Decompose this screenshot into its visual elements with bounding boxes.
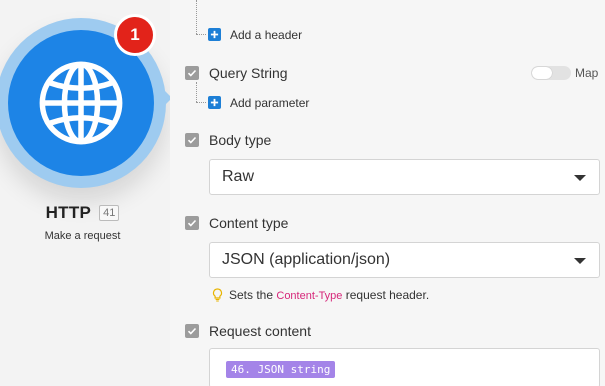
content-type-label: Content type: [209, 215, 289, 231]
caret-down-icon: [574, 175, 586, 181]
mapped-variable-pill[interactable]: 46. JSON string: [226, 361, 336, 378]
body-type-checkbox[interactable]: [185, 133, 199, 147]
content-type-select[interactable]: JSON (application/json): [209, 242, 600, 278]
plus-icon: [210, 30, 219, 39]
map-toggle[interactable]: [531, 66, 571, 80]
query-string-checkbox[interactable]: [185, 66, 199, 80]
caret-down-icon: [574, 258, 586, 264]
content-type-hint: Sets the Content-Type request header.: [212, 288, 429, 302]
hint-text-suffix: request header.: [342, 288, 430, 302]
tree-connector: [196, 0, 197, 34]
toggle-knob: [532, 67, 552, 79]
plus-icon: [210, 98, 219, 107]
module-subtitle: Make a request: [44, 230, 121, 242]
check-icon: [187, 69, 197, 77]
tree-connector: [196, 102, 206, 103]
tree-connector: [196, 82, 197, 102]
module-settings-panel: Add a header Query String Map Add parame…: [170, 0, 605, 386]
request-content-label: Request content: [209, 323, 311, 339]
scenario-canvas: 1 HTTP 41 Make a request: [0, 0, 172, 386]
check-icon: [187, 219, 197, 227]
body-type-value: Raw: [222, 168, 255, 185]
content-type-value: JSON (application/json): [222, 251, 391, 268]
map-toggle-label: Map: [575, 66, 599, 80]
module-id-badge: 41: [99, 205, 120, 221]
badge-count: 1: [130, 25, 140, 44]
add-header-link[interactable]: Add a header: [230, 28, 302, 42]
module-title-row: HTTP 41: [0, 203, 165, 223]
globe-icon: [39, 61, 123, 145]
query-string-label: Query String: [209, 65, 288, 81]
lightbulb-icon: [212, 288, 223, 302]
content-type-checkbox[interactable]: [185, 216, 199, 230]
hint-header-name: Content-Type: [276, 290, 343, 302]
request-content-editor[interactable]: 46. JSON string: [209, 348, 600, 386]
check-icon: [187, 327, 197, 335]
add-parameter-link[interactable]: Add parameter: [230, 96, 309, 110]
add-header-button[interactable]: [208, 28, 221, 41]
body-type-label: Body type: [209, 132, 272, 148]
request-content-checkbox[interactable]: [185, 324, 199, 338]
module-name: HTTP: [45, 203, 92, 222]
check-icon: [187, 136, 197, 144]
tree-connector: [196, 34, 206, 35]
add-parameter-button[interactable]: [208, 96, 221, 109]
notification-badge[interactable]: 1: [114, 14, 156, 56]
hint-text-prefix: Sets the: [229, 288, 277, 302]
body-type-select[interactable]: Raw: [209, 159, 600, 195]
